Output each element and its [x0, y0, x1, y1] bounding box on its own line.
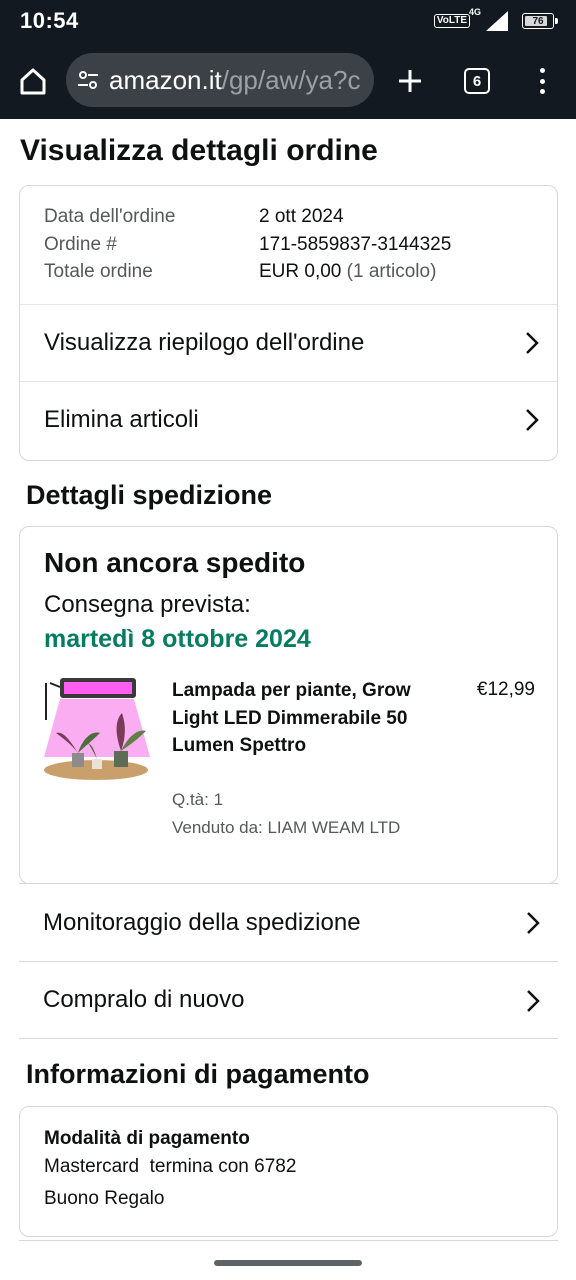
- url-text[interactable]: amazon.it/gp/aw/ya?c: [109, 65, 360, 96]
- shipment-card: Non ancora spedito Consegna prevista: ma…: [19, 526, 558, 884]
- gift-card-line: Buono Regalo: [44, 1188, 165, 1209]
- battery-level: 76: [532, 15, 544, 27]
- tune-icon[interactable]: [76, 68, 100, 92]
- order-total-value: EUR 0,00: [259, 261, 342, 282]
- url-bar[interactable]: amazon.it/gp/aw/ya?c: [66, 53, 374, 107]
- payment-section-title: Informazioni di pagamento: [26, 1059, 370, 1089]
- shipment-status: Non ancora spedito: [44, 547, 306, 578]
- url-path: /gp/aw/ya?c: [221, 65, 361, 95]
- tab-count: 6: [472, 72, 482, 90]
- chevron-right-icon: [527, 912, 540, 934]
- tracking-link[interactable]: Monitoraggio della spedizione: [19, 883, 558, 961]
- delete-items-label: Elimina articoli: [44, 405, 199, 433]
- volte-badge: VoLTE 4G: [433, 7, 481, 28]
- product-image[interactable]: [42, 675, 150, 783]
- battery-icon: 76: [522, 13, 558, 29]
- status-bar: 10:54 VoLTE 4G 76: [0, 0, 576, 44]
- order-total-items: (1 articolo): [346, 261, 437, 282]
- page-title: Visualizza dettagli ordine: [20, 134, 378, 167]
- order-total-value-wrap: EUR 0,00 (1 articolo): [259, 261, 436, 283]
- more-vert-icon[interactable]: [532, 64, 552, 98]
- status-time: 10:54: [20, 8, 79, 33]
- card-ending: termina con 6782: [149, 1156, 297, 1177]
- order-date-label: Data dell'ordine: [44, 206, 176, 227]
- payment-method-title: Modalità di pagamento: [44, 1128, 250, 1149]
- volte-label: VoLTE: [436, 15, 467, 26]
- order-summary-link[interactable]: Visualizza riepilogo dell'ordine: [20, 304, 557, 380]
- product-quantity: Q.tà: 1: [172, 790, 224, 809]
- chevron-right-icon: [527, 990, 540, 1012]
- shipment-section-title: Dettagli spedizione: [26, 480, 273, 510]
- card-brand: Mastercard: [44, 1156, 140, 1177]
- delivery-label: Consegna prevista:: [44, 591, 251, 618]
- delete-items-link[interactable]: Elimina articoli: [20, 381, 557, 457]
- gesture-bar[interactable]: [214, 1260, 362, 1266]
- status-icons: VoLTE 4G 76: [433, 7, 558, 32]
- new-tab-button[interactable]: [394, 62, 426, 100]
- order-info-card: Data dell'ordine 2 ott 2024 Ordine # 171…: [19, 185, 558, 461]
- url-host: amazon.it: [109, 65, 222, 95]
- chevron-right-icon: [526, 332, 539, 354]
- payment-card: Modalità di pagamento Mastercard termina…: [19, 1106, 558, 1237]
- order-summary-label: Visualizza riepilogo dell'ordine: [44, 328, 365, 356]
- browser-toolbar: amazon.it/gp/aw/ya?c 6: [0, 44, 576, 119]
- tabs-icon[interactable]: 6: [464, 68, 490, 94]
- home-icon: [20, 68, 46, 95]
- order-date-value: 2 ott 2024: [259, 206, 344, 227]
- home-button[interactable]: [14, 62, 52, 100]
- payment-card-line: Mastercard termina con 6782: [44, 1156, 296, 1178]
- order-number-label: Ordine #: [44, 234, 117, 255]
- order-total-label: Totale ordine: [44, 261, 153, 282]
- signal-icon: [486, 11, 508, 31]
- product-price: €12,99: [476, 679, 535, 700]
- product-seller: Venduto da: LIAM WEAM LTD: [172, 818, 401, 837]
- buy-again-label: Compralo di nuovo: [43, 986, 245, 1013]
- network-type: 4G: [468, 7, 481, 17]
- plus-icon: [399, 70, 421, 92]
- buy-again-link[interactable]: Compralo di nuovo: [19, 961, 558, 1039]
- product-title[interactable]: Lampada per piante, Grow Light LED Dimme…: [172, 677, 422, 760]
- order-number-value: 171-5859837-3144325: [259, 234, 452, 255]
- chevron-right-icon: [526, 409, 539, 431]
- tracking-label: Monitoraggio della spedizione: [43, 908, 361, 936]
- delivery-date: martedì 8 ottobre 2024: [44, 625, 311, 653]
- bottom-divider: [19, 1240, 558, 1241]
